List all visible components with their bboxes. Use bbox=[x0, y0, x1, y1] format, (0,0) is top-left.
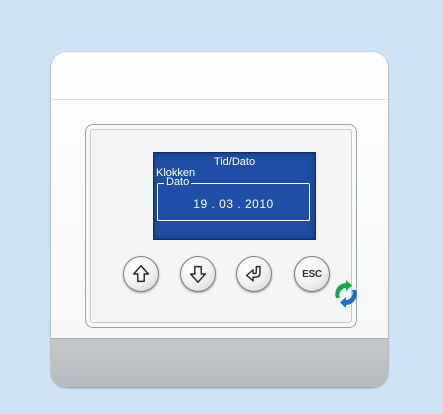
date-field: Dato 19 . 03 . 2010 bbox=[157, 176, 310, 221]
recycle-arrows-logo bbox=[335, 280, 357, 308]
enter-return-icon bbox=[245, 265, 261, 282]
brand-logo bbox=[330, 278, 362, 310]
esc-button[interactable]: ESC bbox=[294, 256, 330, 292]
down-button[interactable] bbox=[180, 256, 216, 292]
bottom-band bbox=[51, 338, 388, 387]
date-value: 19 . 03 . 2010 bbox=[193, 197, 274, 211]
top-seam bbox=[51, 99, 388, 100]
enter-button[interactable] bbox=[236, 256, 272, 292]
date-field-label: Dato bbox=[164, 176, 192, 188]
esc-button-label: ESC bbox=[302, 268, 322, 280]
lcd-display: Tid/Dato Klokken Dato 19 . 03 . 2010 bbox=[153, 152, 316, 240]
arrow-down-icon bbox=[189, 265, 207, 283]
control-unit: Tid/Dato Klokken Dato 19 . 03 . 2010 ESC bbox=[51, 52, 388, 387]
control-panel: Tid/Dato Klokken Dato 19 . 03 . 2010 ESC bbox=[85, 124, 357, 328]
up-button[interactable] bbox=[123, 256, 159, 292]
arrow-up-icon bbox=[132, 265, 150, 283]
